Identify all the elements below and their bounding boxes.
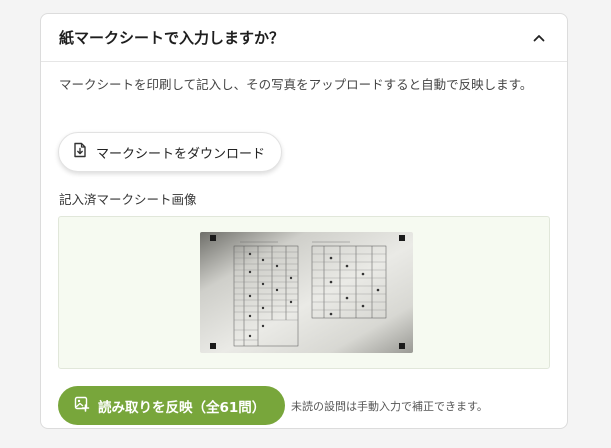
- card-header[interactable]: 紙マークシートで入力しますか？: [41, 14, 567, 62]
- paper-marksheet-card: 紙マークシートで入力しますか？ マークシートを印刷して記入し、その写真をアップロ…: [40, 13, 568, 429]
- instructions-text: マークシートを印刷して記入し、その写真をアップロードすると自動で反映します。: [59, 77, 533, 92]
- marksheet-photo: [200, 232, 413, 353]
- uploaded-image-label: 記入済マークシート画像: [59, 192, 197, 207]
- card-title: 紙マークシートで入力しますか？: [59, 29, 285, 47]
- apply-button-label: 読み取りを反映（全61問）: [98, 399, 266, 416]
- uploaded-image-area[interactable]: [58, 216, 550, 369]
- download-marksheet-button[interactable]: マークシートをダウンロード: [58, 132, 283, 172]
- chevron-up-icon[interactable]: [529, 28, 549, 48]
- download-button-label: マークシートをダウンロード: [96, 146, 266, 162]
- manual-correction-hint: 未読の設問は手動入力で補正できます。: [291, 400, 488, 413]
- download-file-icon: [73, 142, 87, 162]
- image-scan-icon: [74, 396, 90, 416]
- apply-reading-button[interactable]: 読み取りを反映（全61問）: [58, 386, 286, 425]
